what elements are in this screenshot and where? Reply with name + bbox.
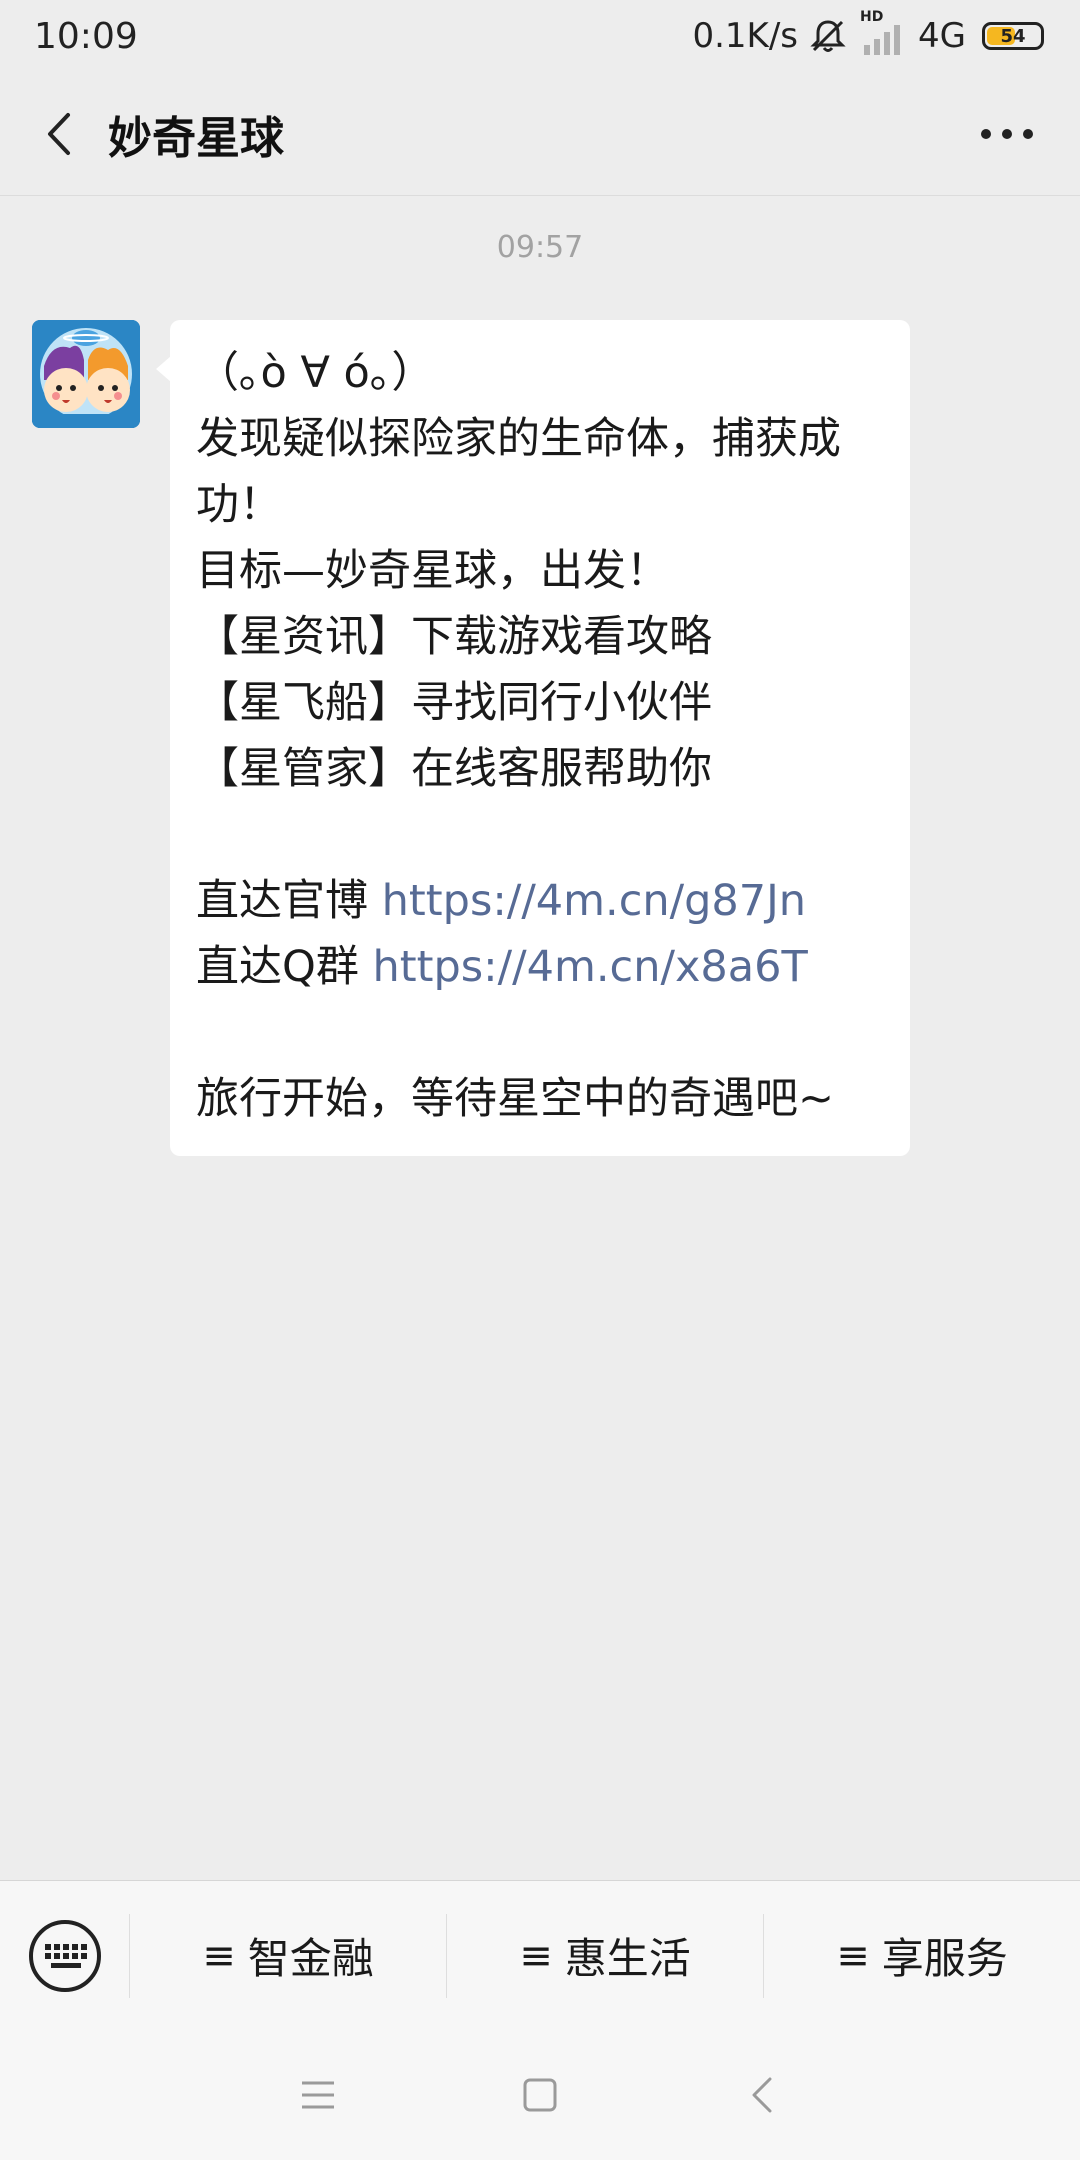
status-indicators: 0.1K/s HD 4G 54 (692, 9, 1044, 57)
message-text: 直达官博 (196, 876, 382, 926)
battery-icon: 54 (982, 22, 1044, 50)
mute-bell-icon (810, 20, 846, 52)
message-line: 【星资讯】下载游戏看攻略 (196, 604, 882, 670)
sender-avatar[interactable] (32, 320, 140, 428)
more-options-button[interactable] (962, 72, 1052, 195)
message-text: 【星资讯】下载游戏看攻略 (196, 612, 712, 662)
menu-item-finance[interactable]: ≡ 智金融 (130, 1913, 447, 1998)
message-text: 【星管家】在线客服帮助你 (196, 744, 712, 794)
page-title: 妙奇星球 (108, 112, 284, 164)
system-navigation-bar (0, 2030, 1080, 2160)
menu-item-life[interactable]: ≡ 惠生活 (447, 1913, 764, 1998)
keyboard-toggle-button[interactable] (0, 1913, 130, 1998)
status-bar: 10:09 0.1K/s HD 4G 54 (0, 0, 1080, 72)
network-type: 4G (918, 16, 966, 56)
menu-lines-icon (302, 2081, 334, 2109)
square-home-icon (523, 2078, 557, 2112)
message-text: 目标—妙奇星球，出发！ (196, 546, 669, 596)
message-bubble[interactable]: （｡ò ∀ ó｡） 发现疑似探险家的生命体，捕获成功！ 目标—妙奇星球，出发！ … (156, 320, 910, 1156)
battery-level: 54 (1000, 25, 1026, 47)
system-back-button[interactable] (651, 2030, 873, 2160)
avatar-image (32, 320, 140, 428)
menu-item-label: 智金融 (247, 1934, 374, 1983)
menu-lines-icon: ≡ (836, 1932, 870, 1979)
message-line: 旅行开始，等待星空中的奇遇吧~ (196, 1066, 882, 1132)
menu-lines-icon: ≡ (202, 1932, 236, 1979)
qq-group-link[interactable]: https://4m.cn/x8a6T (373, 942, 808, 992)
status-time: 10:09 (34, 15, 138, 57)
chevron-left-icon (48, 112, 70, 155)
back-button[interactable] (20, 72, 100, 195)
menu-item-label: 惠生活 (564, 1934, 691, 1983)
message-line: 目标—妙奇星球，出发！ (196, 538, 882, 604)
message-text: （｡ò ∀ ó｡） (196, 348, 435, 398)
more-dots-icon (981, 128, 1033, 139)
message-timestamp: 09:57 (496, 230, 584, 265)
menu-item-label: 享服务 (881, 1934, 1008, 1983)
message-text: 旅行开始，等待星空中的奇遇吧~ (196, 1074, 835, 1124)
chat-screen: 10:09 0.1K/s HD 4G 54 妙奇星球 09:57 （｡ò ∀ ó… (0, 0, 1080, 2160)
keyboard-icon (28, 1919, 101, 1992)
menu-item-service[interactable]: ≡ 享服务 (764, 1914, 1080, 1998)
message-text: 【星飞船】寻找同行小伙伴 (196, 678, 712, 728)
menu-lines-icon: ≡ (519, 1932, 553, 1979)
message-text: 直达Q群 (196, 942, 373, 992)
recent-apps-button[interactable] (207, 2030, 429, 2160)
message-text: 发现疑似探险家的生命体，捕获成功！ (196, 414, 841, 530)
message-line: 【星飞船】寻找同行小伙伴 (196, 670, 882, 736)
message-line: 直达官博 https://4m.cn/g87Jn (196, 868, 882, 934)
home-button[interactable] (429, 2030, 651, 2160)
message-line: 【星管家】在线客服帮助你 (196, 736, 882, 802)
official-weibo-link[interactable]: https://4m.cn/g87Jn (382, 876, 806, 926)
navigation-bar: 妙奇星球 (0, 72, 1080, 196)
network-speed: 0.1K/s (692, 16, 799, 56)
message-line: （｡ò ∀ ó｡） (196, 340, 882, 406)
custom-menu-bar: ≡ 智金融 ≡ 惠生活 ≡ 享服务 (0, 1880, 1080, 2030)
message-line: 直达Q群 https://4m.cn/x8a6T (196, 934, 882, 1000)
signal-strength: HD (858, 9, 908, 57)
chevron-left-icon (752, 2077, 772, 2113)
hd-badge: HD (860, 9, 884, 25)
message-line: 发现疑似探险家的生命体，捕获成功！ (196, 406, 882, 538)
